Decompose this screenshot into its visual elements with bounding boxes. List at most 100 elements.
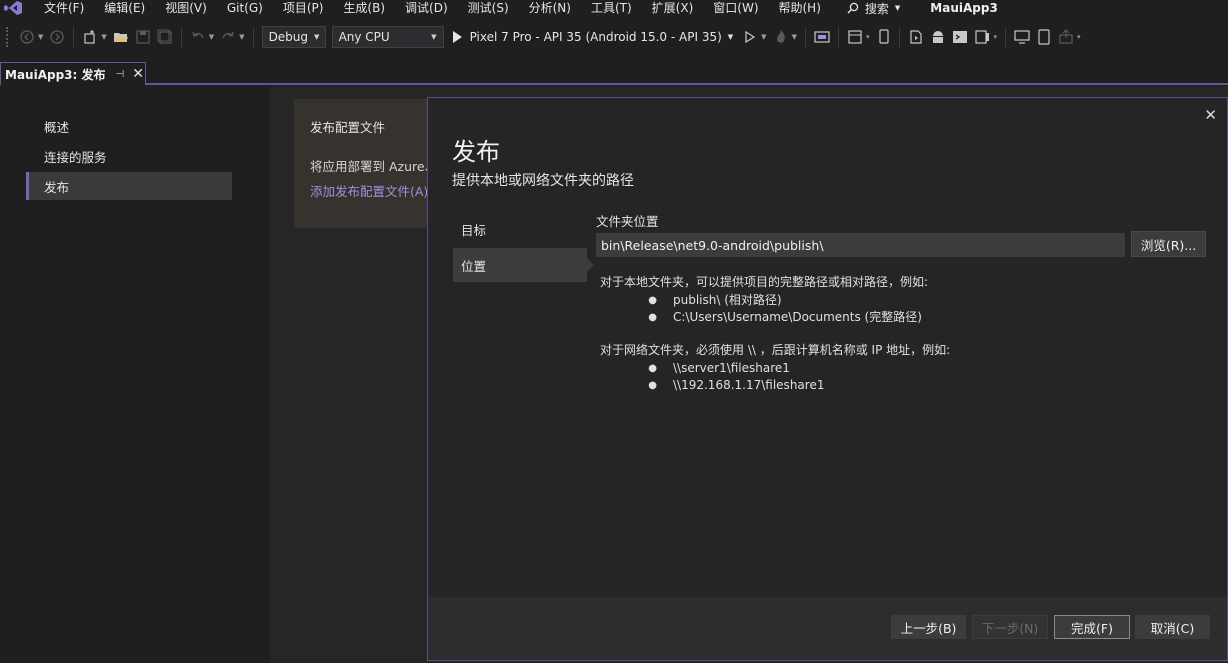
nav-item-label: 发布 xyxy=(44,179,70,195)
local-folder-help: 对于本地文件夹，可以提供项目的完整路径或相对路径，例如: xyxy=(600,275,929,289)
pin-icon[interactable]: ⊣ xyxy=(116,69,125,80)
menu-analyze[interactable]: 分析(N) xyxy=(519,0,581,16)
chevron-down-icon[interactable]: ▼ xyxy=(101,33,106,41)
chevron-down-icon[interactable]: ▾ xyxy=(1077,33,1081,41)
dialog-footer: 上一步(B) 下一步(N) 完成(F) 取消(C) xyxy=(428,597,1227,660)
chevron-down-icon[interactable]: ▼ xyxy=(38,33,43,41)
toolbar-separator xyxy=(73,27,75,47)
menu-edit[interactable]: 编辑(E) xyxy=(94,0,155,16)
step-target[interactable]: 目标 xyxy=(453,212,587,246)
nav-item-overview[interactable]: 概述 xyxy=(26,112,232,140)
new-project-icon[interactable] xyxy=(81,28,99,46)
undo-icon[interactable] xyxy=(189,28,207,46)
menu-debug[interactable]: 调试(D) xyxy=(395,0,458,16)
menu-help[interactable]: 帮助(H) xyxy=(769,0,831,16)
close-icon[interactable]: ✕ xyxy=(132,67,144,81)
finish-button[interactable]: 完成(F) xyxy=(1054,615,1130,639)
step-location[interactable]: 位置 xyxy=(453,248,594,282)
android-icon[interactable] xyxy=(929,28,947,46)
bullet-icon: ● xyxy=(648,363,657,374)
example-text: \\server1\fileshare1 xyxy=(673,361,790,375)
run-target-label: Pixel 7 Pro - API 35 (Android 15.0 - API… xyxy=(469,30,722,44)
chevron-down-icon[interactable]: ▼ xyxy=(761,33,766,41)
save-icon[interactable] xyxy=(134,28,152,46)
bullet-icon: ● xyxy=(648,312,657,323)
chevron-down-icon[interactable]: ▼ xyxy=(728,33,733,41)
chevron-down-icon[interactable]: ▾ xyxy=(866,33,870,41)
play-icon xyxy=(452,31,462,43)
chevron-down-icon[interactable]: ▾ xyxy=(993,33,997,41)
toolbar-separator xyxy=(804,27,806,47)
menu-extensions[interactable]: 扩展(X) xyxy=(642,0,704,16)
chevron-down-icon[interactable]: ▼ xyxy=(239,33,244,41)
tablet-icon[interactable] xyxy=(1035,28,1053,46)
toolbar-grip[interactable] xyxy=(6,27,10,47)
visual-studio-logo-icon[interactable] xyxy=(4,0,26,16)
menu-file[interactable]: 文件(F) xyxy=(34,0,94,16)
close-icon[interactable]: ✕ xyxy=(1204,108,1217,123)
nav-item-publish[interactable]: 发布 xyxy=(26,172,232,200)
menu-view[interactable]: 视图(V) xyxy=(155,0,217,16)
back-button[interactable]: 上一步(B) xyxy=(891,615,966,639)
properties-icon[interactable] xyxy=(973,28,991,46)
redo-icon[interactable] xyxy=(219,28,237,46)
step-label: 位置 xyxy=(461,258,487,274)
menu-test[interactable]: 测试(S) xyxy=(458,0,519,16)
nav-item-connected-services[interactable]: 连接的服务 xyxy=(26,142,232,170)
monitor-icon[interactable] xyxy=(1013,28,1031,46)
profile-card-title: 发布配置文件 xyxy=(310,120,386,135)
path-help-text: 对于本地文件夹，可以提供项目的完整路径或相对路径，例如: ● publish\ (… xyxy=(600,274,950,394)
search-button[interactable]: 搜索 ▼ xyxy=(831,0,912,17)
next-button[interactable]: 下一步(N) xyxy=(972,615,1048,639)
add-publish-profile-link[interactable]: 添加发布配置文件(A) xyxy=(310,181,434,200)
list-item: ● \\server1\fileshare1 xyxy=(600,360,950,377)
publish-icon[interactable] xyxy=(1057,28,1075,46)
terminal-icon[interactable] xyxy=(951,28,969,46)
profile-card-description: 将应用部署到 Azure、 xyxy=(310,159,434,174)
folder-location-input[interactable] xyxy=(596,233,1125,257)
bullet-icon: ● xyxy=(648,380,657,391)
navigate-forward-icon[interactable] xyxy=(48,28,66,46)
menu-window[interactable]: 窗口(W) xyxy=(703,0,768,16)
cancel-button[interactable]: 取消(C) xyxy=(1135,615,1210,639)
step-label: 目标 xyxy=(461,222,487,238)
browse-button[interactable]: 浏览(R)... xyxy=(1131,231,1206,257)
list-item: ● publish\ (相对路径) xyxy=(600,292,950,309)
save-all-icon[interactable] xyxy=(156,28,174,46)
network-folder-help: 对于网络文件夹，必须使用 \\ ，后跟计算机名称或 IP 地址，例如: xyxy=(600,343,951,357)
menu-project[interactable]: 项目(P) xyxy=(273,0,334,16)
toolbar-separator xyxy=(1004,27,1006,47)
chevron-down-icon[interactable]: ▼ xyxy=(792,33,797,41)
solution-title: MauiApp3 xyxy=(930,1,998,15)
start-without-debugging-icon[interactable] xyxy=(741,28,759,46)
open-folder-icon[interactable] xyxy=(112,28,130,46)
toolbar-separator xyxy=(252,27,254,47)
local-examples-list: ● publish\ (相对路径) ● C:\Users\Username\Docu… xyxy=(600,292,950,326)
example-text: \\192.168.1.17\fileshare1 xyxy=(673,378,825,392)
browser-link-icon[interactable] xyxy=(813,28,831,46)
document-tab-strip: MauiApp3: 发布 ⊣ ✕ xyxy=(0,62,1228,85)
platform-value: Any CPU xyxy=(338,30,390,44)
toolbar-separator xyxy=(837,27,839,47)
list-item: ● C:\Users\Username\Documents (完整路径) xyxy=(600,309,950,326)
layout-icon[interactable] xyxy=(846,28,864,46)
start-debugging-button[interactable]: Pixel 7 Pro - API 35 (Android 15.0 - API… xyxy=(447,30,740,44)
chevron-down-icon: ▼ xyxy=(894,4,901,12)
chevron-down-icon: ▼ xyxy=(431,33,437,41)
navigate-back-icon[interactable] xyxy=(18,28,36,46)
menu-tools[interactable]: 工具(T) xyxy=(581,0,642,16)
toolbar-separator xyxy=(180,27,182,47)
solution-platform-dropdown[interactable]: Any CPU ▼ xyxy=(331,26,444,48)
solution-configuration-dropdown[interactable]: Debug ▼ xyxy=(261,26,326,48)
chevron-down-icon[interactable]: ▼ xyxy=(209,33,214,41)
menu-git[interactable]: Git(G) xyxy=(217,0,273,16)
tab-publish[interactable]: MauiApp3: 发布 ⊣ ✕ xyxy=(0,62,146,85)
dialog-subtitle: 提供本地或网络文件夹的路径 xyxy=(452,173,634,189)
menu-build[interactable]: 生成(B) xyxy=(333,0,395,16)
search-label: 搜索 xyxy=(864,1,889,16)
example-text: publish\ (相对路径) xyxy=(673,293,782,307)
step-into-icon[interactable] xyxy=(907,28,925,46)
device-manager-icon[interactable] xyxy=(874,28,892,46)
hot-reload-icon[interactable] xyxy=(772,28,790,46)
network-examples-list: ● \\server1\fileshare1 ● \\192.168.1.17\fi… xyxy=(600,360,950,394)
